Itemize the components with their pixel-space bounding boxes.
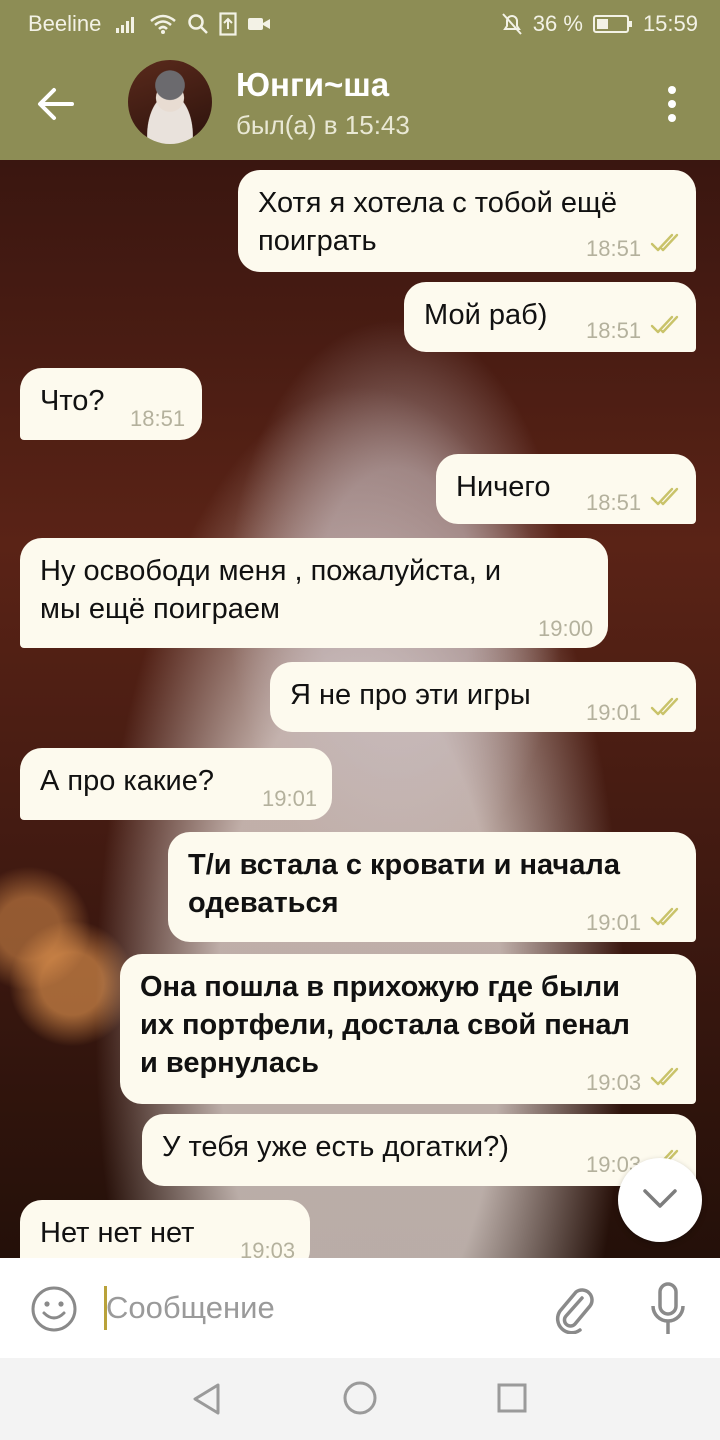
contact-name[interactable]: Юнги~ша [236,66,389,104]
scroll-down-button[interactable] [618,1158,702,1242]
message-text-line: Нет нет нет [40,1217,195,1249]
message-text-line: Мой раб) [424,299,548,331]
nav-home-icon[interactable] [342,1380,378,1416]
message-time: 19:03 [240,1238,296,1258]
outgoing-message-bubble[interactable]: Она пошла в прихожую где были их портфели… [120,954,696,1104]
bell-muted-icon [502,13,522,35]
status-bar: Beeline 36 % 15:59 [0,0,720,48]
back-arrow-icon[interactable] [36,86,76,122]
more-vert-icon[interactable] [660,84,684,124]
message-text-line: Т/и встала с кровати и начала [188,849,620,881]
message-composer [0,1258,720,1358]
message-text: Мой раб) [424,296,547,334]
message-text-line: поиграть [258,225,377,257]
message-text-line: Ничего [456,471,551,503]
message-text-line: Я не про эти игры [290,679,531,711]
carrier-label: Beeline [28,11,102,36]
message-text: Ничего [456,468,550,506]
message-text: Она пошла в прихожую где были их портфели… [140,968,630,1082]
search-icon [188,14,209,34]
wifi-icon [150,14,177,34]
outgoing-message-bubble[interactable]: У тебя уже есть догатки?) 19:03 [142,1114,696,1186]
nav-recents-icon[interactable] [496,1382,528,1414]
avatar[interactable] [128,60,212,144]
message-list[interactable]: Хотя я хотела с тобой ещё поиграть 18:51 Мо… [0,160,720,1258]
incoming-message-bubble[interactable]: Нет нет нет 19:03 [20,1200,310,1258]
incoming-message-bubble[interactable]: А про какие? 19:01 [20,748,332,820]
signal-icon [116,17,135,33]
message-time: 18:51 [586,236,642,261]
message-text: Т/и встала с кровати и начала одеваться [188,846,620,922]
last-seen-status: был(а) в 15:43 [236,110,410,140]
chat-header: Юнги~ша был(а) в 15:43 [0,48,720,160]
battery-percent: 36 % [532,11,583,36]
message-time: 19:01 [586,700,642,725]
message-text-line: их портфели, достала свой пенал [140,1009,630,1041]
message-time: 19:03 [586,1070,642,1095]
outgoing-message-bubble[interactable]: Т/и встала с кровати и начала одеваться 19… [168,832,696,942]
video-icon [248,18,271,30]
outgoing-message-bubble[interactable]: Я не про эти игры 19:01 [270,662,696,732]
battery-icon [592,15,632,33]
message-input[interactable] [106,1282,526,1334]
message-text-line: одеваться [188,887,339,919]
chevron-down-icon [643,1189,677,1208]
message-text-line: У тебя уже есть догатки?) [162,1131,509,1163]
message-text: Ну освободи меня , пожалуйста, и мы ещё п… [40,552,501,628]
message-text-line: Она пошла в прихожую где были [140,971,620,1003]
incoming-message-bubble[interactable]: Ну освободи меня , пожалуйста, и мы ещё п… [20,538,608,648]
incoming-message-bubble[interactable]: Что? 18:51 [20,368,202,440]
read-checkmarks-icon [650,315,679,334]
message-time: 19:01 [586,910,642,935]
read-checkmarks-icon [650,1067,679,1086]
message-text: Я не про эти игры [290,676,531,714]
message-text-line: и вернулась [140,1047,319,1079]
message-time: 18:51 [586,318,642,343]
message-text: Что? [40,382,105,420]
message-time: 18:51 [586,490,642,515]
message-text-line: мы ещё поиграем [40,593,280,625]
outgoing-message-bubble[interactable]: Хотя я хотела с тобой ещё поиграть 18:51 [238,170,696,272]
read-checkmarks-icon [650,697,679,716]
message-text-line: А про какие? [40,765,215,797]
message-text: Хотя я хотела с тобой ещё поиграть [258,184,617,260]
message-text: А про какие? [40,762,214,800]
nav-back-icon[interactable] [190,1382,224,1416]
upload-icon [219,12,237,36]
message-time: 19:01 [262,786,318,811]
outgoing-message-bubble[interactable]: Ничего 18:51 [436,454,696,524]
message-text-line: Что? [40,385,105,417]
status-time: 15:59 [642,11,698,36]
read-checkmarks-icon [650,907,679,926]
read-checkmarks-icon [650,233,679,252]
message-time: 19:00 [538,616,594,641]
attach-icon[interactable] [552,1284,598,1334]
read-checkmarks-icon [650,487,679,506]
microphone-icon[interactable] [650,1282,686,1336]
outgoing-message-bubble[interactable]: Мой раб) 18:51 [404,282,696,352]
message-time: 18:51 [130,406,186,431]
message-text: У тебя уже есть догатки?) [162,1128,509,1166]
message-text-line: Хотя я хотела с тобой ещё [258,187,617,219]
message-text: Нет нет нет [40,1214,194,1252]
message-text-line: Ну освободи меня , пожалуйста, и [40,555,502,587]
emoji-icon[interactable] [30,1285,78,1333]
system-nav-bar [0,1358,720,1440]
